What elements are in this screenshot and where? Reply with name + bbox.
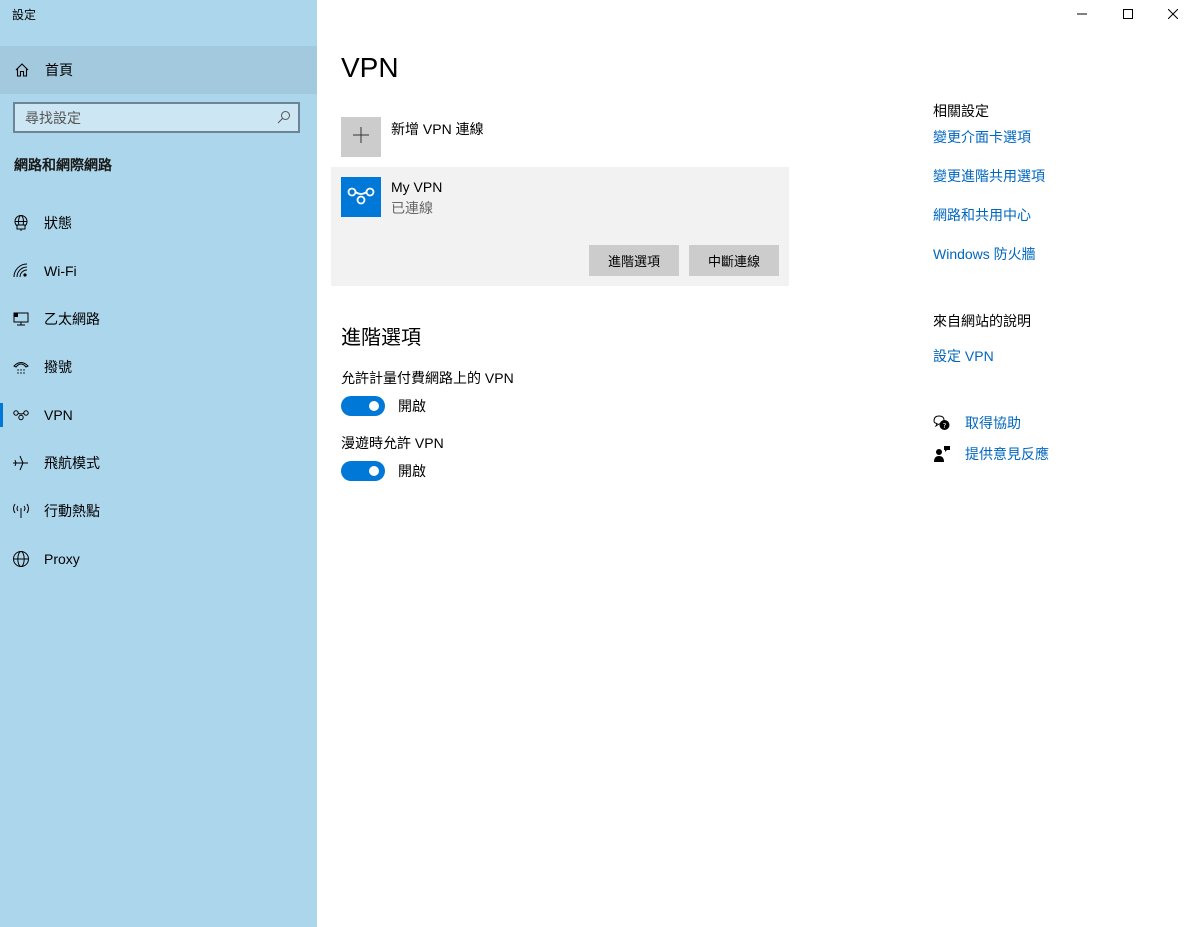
minimize-icon: [1077, 6, 1087, 24]
vpn-connection-card[interactable]: My VPN 已連線 進階選項 中斷連線: [331, 167, 789, 286]
maximize-icon: [1123, 6, 1133, 24]
search-box[interactable]: [13, 102, 300, 133]
disconnect-button[interactable]: 中斷連線: [689, 245, 779, 276]
minimize-button[interactable]: [1059, 0, 1105, 30]
sidebar-item-label: 乙太網路: [44, 311, 100, 327]
dialup-icon: [12, 358, 30, 376]
sidebar-home[interactable]: 首頁: [0, 46, 317, 94]
sidebar-item-ethernet[interactable]: 乙太網路: [0, 295, 317, 343]
feedback-icon: [933, 445, 951, 463]
sidebar: 設定 首頁 網路和網際網路 狀態 Wi-Fi 乙: [0, 0, 317, 927]
related-settings-heading: 相關設定: [933, 103, 989, 119]
sidebar-item-vpn[interactable]: VPN: [0, 391, 317, 439]
search-icon[interactable]: [277, 110, 291, 124]
section-title: 網路和網際網路: [14, 157, 112, 173]
roaming-vpn-label: 漫遊時允許 VPN: [341, 435, 444, 451]
maximize-button[interactable]: [1105, 0, 1151, 30]
plus-icon: [353, 126, 369, 148]
toggle-switch[interactable]: [341, 461, 385, 481]
sidebar-item-hotspot[interactable]: 行動熱點: [0, 487, 317, 535]
web-help-heading: 來自網站的說明: [933, 313, 1031, 329]
svg-text:?: ?: [943, 422, 947, 430]
get-help-label: 取得協助: [965, 415, 1021, 431]
advanced-options-heading: 進階選項: [341, 327, 421, 349]
sidebar-item-status[interactable]: 狀態: [0, 199, 317, 247]
metered-vpn-toggle[interactable]: 開啟: [341, 396, 426, 416]
nav-list: 狀態 Wi-Fi 乙太網路 撥號 VPN 飛航模式 行動熱點 Proxy: [0, 199, 317, 583]
sidebar-home-label: 首頁: [45, 62, 73, 78]
advanced-options-button[interactable]: 進階選項: [589, 245, 679, 276]
add-vpn-label: 新增 VPN 連線: [391, 121, 484, 137]
sidebar-item-label: VPN: [44, 407, 73, 423]
vpn-icon: [346, 183, 376, 212]
sidebar-item-label: 撥號: [44, 359, 72, 375]
get-help-link[interactable]: ? 取得協助: [933, 413, 1021, 433]
globe-icon: [12, 550, 30, 568]
sidebar-item-label: Wi-Fi: [44, 263, 77, 279]
app-title: 設定: [12, 8, 37, 22]
link-advanced-sharing[interactable]: 變更進階共用選項: [933, 166, 1045, 186]
get-help-icon: ?: [933, 414, 951, 432]
toggle-state: 開啟: [398, 398, 426, 414]
sidebar-item-label: 行動熱點: [44, 503, 100, 519]
toggle-knob: [369, 401, 379, 411]
metered-vpn-label: 允許計量付費網路上的 VPN: [341, 370, 514, 386]
airplane-icon: [12, 454, 30, 472]
status-globe-icon: [12, 214, 30, 232]
page-title: VPN: [341, 52, 399, 83]
toggle-state: 開啟: [398, 463, 426, 479]
close-button[interactable]: [1150, 0, 1196, 30]
link-setup-vpn[interactable]: 設定 VPN: [933, 346, 994, 366]
close-icon: [1167, 6, 1179, 24]
sidebar-item-proxy[interactable]: Proxy: [0, 535, 317, 583]
wifi-icon: [12, 262, 30, 280]
vpn-status: 已連線: [391, 200, 433, 216]
vpn-icon: [12, 406, 30, 424]
link-network-sharing-center[interactable]: 網路和共用中心: [933, 205, 1031, 225]
hotspot-icon: [12, 502, 30, 520]
toggle-switch[interactable]: [341, 396, 385, 416]
feedback-link[interactable]: 提供意見反應: [933, 444, 1049, 464]
sidebar-item-label: 飛航模式: [44, 455, 100, 471]
vpn-name: My VPN: [391, 179, 443, 195]
ethernet-icon: [12, 310, 30, 328]
sidebar-item-label: 狀態: [44, 215, 72, 231]
link-windows-firewall[interactable]: Windows 防火牆: [933, 244, 1036, 264]
sidebar-item-airplane[interactable]: 飛航模式: [0, 439, 317, 487]
roaming-vpn-toggle[interactable]: 開啟: [341, 461, 426, 481]
sidebar-item-wifi[interactable]: Wi-Fi: [0, 247, 317, 295]
link-adapter-options[interactable]: 變更介面卡選項: [933, 127, 1031, 147]
toggle-knob: [369, 466, 379, 476]
sidebar-item-label: Proxy: [44, 551, 80, 567]
sidebar-item-dialup[interactable]: 撥號: [0, 343, 317, 391]
home-icon: [14, 62, 30, 78]
feedback-label: 提供意見反應: [965, 446, 1049, 462]
add-vpn-tile: [341, 117, 381, 157]
search-input[interactable]: [15, 109, 265, 126]
vpn-tile: [341, 177, 381, 217]
add-vpn-button[interactable]: 新增 VPN 連線: [341, 117, 484, 157]
